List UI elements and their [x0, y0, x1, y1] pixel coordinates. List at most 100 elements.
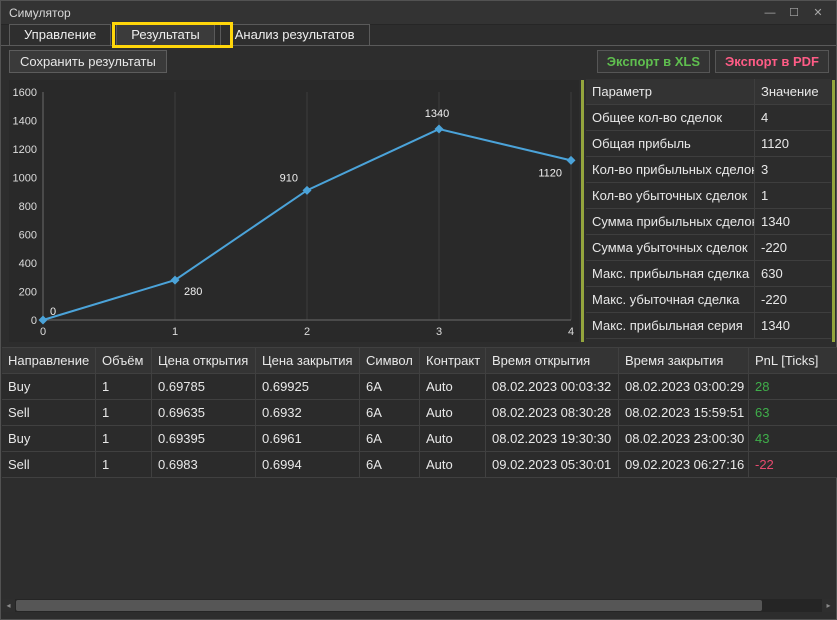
col-header-pnl[interactable]: PnL [Ticks]	[749, 348, 837, 374]
trade-contract: Auto	[420, 374, 486, 400]
params-header-param[interactable]: Параметр	[586, 79, 754, 105]
col-header-volume[interactable]: Объём	[96, 348, 152, 374]
splitter-handle-right[interactable]	[832, 80, 835, 342]
trade-symbol: 6A	[360, 426, 420, 452]
trade-close-time: 08.02.2023 23:00:30	[619, 426, 749, 452]
y-tick-label: 200	[19, 287, 37, 299]
scrollbar-thumb[interactable]	[16, 600, 762, 611]
chart-point-marker	[38, 315, 48, 325]
minimize-icon[interactable]: —	[760, 4, 780, 22]
results-chart-panel: 0 200 400 600 800 1000 1200 1400 1600 0 1 2 3 4 0 280 91…	[9, 80, 579, 342]
tab-upravlenie[interactable]: Управление	[9, 24, 112, 45]
scroll-right-icon[interactable]: ▸	[822, 599, 835, 612]
trade-open-price: 0.69635	[152, 400, 256, 426]
trade-direction: Sell	[2, 400, 96, 426]
trade-open-price: 0.69785	[152, 374, 256, 400]
trade-symbol: 6A	[360, 452, 420, 478]
export-xls-button[interactable]: Экспорт в XLS	[596, 50, 711, 73]
x-tick-label: 2	[304, 326, 310, 338]
trade-open-time: 08.02.2023 00:03:32	[486, 374, 619, 400]
param-value-cell: -220	[754, 235, 831, 261]
window-controls: — ☐ ✕	[760, 4, 828, 22]
trade-close-price: 0.6994	[256, 452, 360, 478]
y-tick-label: 1400	[13, 116, 37, 128]
trades-table: Направление Объём Цена открытия Цена зак…	[2, 347, 837, 478]
table-row[interactable]: Sell 1 0.6983 0.6994 6A Auto 09.02.2023 …	[2, 452, 837, 478]
trade-contract: Auto	[420, 400, 486, 426]
x-tick-label: 1	[172, 326, 178, 338]
param-value-cell: 4	[754, 105, 831, 131]
chart-point-label: 280	[184, 286, 202, 298]
pnl-cell: -22	[749, 452, 837, 478]
results-chart: 0 200 400 600 800 1000 1200 1400 1600 0 1 2 3 4 0 280 91…	[13, 87, 576, 338]
trade-contract: Auto	[420, 452, 486, 478]
splitter-handle-left[interactable]	[581, 80, 584, 342]
y-tick-label: 0	[31, 315, 37, 327]
param-name-cell: Общая прибыль	[586, 131, 754, 157]
trade-close-price: 0.6961	[256, 426, 360, 452]
x-tick-label: 0	[40, 326, 46, 338]
col-header-direction[interactable]: Направление	[2, 348, 96, 374]
trade-close-time: 08.02.2023 03:00:29	[619, 374, 749, 400]
col-header-symbol[interactable]: Символ	[360, 348, 420, 374]
table-row[interactable]: Sell 1 0.69635 0.6932 6A Auto 08.02.2023…	[2, 400, 837, 426]
pnl-cell: 63	[749, 400, 837, 426]
params-header-value[interactable]: Значение	[754, 79, 831, 105]
trade-direction: Buy	[2, 374, 96, 400]
close-icon[interactable]: ✕	[808, 4, 828, 22]
trade-open-time: 08.02.2023 08:30:28	[486, 400, 619, 426]
col-header-open-time[interactable]: Время открытия	[486, 348, 619, 374]
y-tick-label: 1000	[13, 173, 37, 185]
save-results-button[interactable]: Сохранить результаты	[9, 50, 167, 73]
params-panel: Параметр Значение Общее кол-во сделок 4 …	[586, 79, 831, 340]
param-name-cell: Кол-во прибыльных сделок	[586, 157, 754, 183]
tab-bar: Управление Результаты Анализ результатов	[1, 24, 836, 46]
chart-point-marker	[566, 155, 576, 165]
scroll-left-icon[interactable]: ◂	[2, 599, 15, 612]
y-tick-label: 1600	[13, 87, 37, 99]
param-name-cell: Макс. прибыльная серия	[586, 313, 754, 339]
table-row[interactable]: Buy 1 0.69785 0.69925 6A Auto 08.02.2023…	[2, 374, 837, 400]
col-header-close-price[interactable]: Цена закрытия	[256, 348, 360, 374]
maximize-icon[interactable]: ☐	[784, 4, 804, 22]
param-value-cell: 3	[754, 157, 831, 183]
chart-point-label: 1340	[425, 108, 449, 120]
param-value-cell: -220	[754, 287, 831, 313]
y-tick-label: 400	[19, 258, 37, 270]
param-name-cell: Макс. прибыльная сделка	[586, 261, 754, 287]
trade-volume: 1	[96, 452, 152, 478]
trade-open-time: 08.02.2023 19:30:30	[486, 426, 619, 452]
trade-open-time: 09.02.2023 05:30:01	[486, 452, 619, 478]
param-value-cell: 1120	[754, 131, 831, 157]
trade-symbol: 6A	[360, 374, 420, 400]
tab-rezultaty[interactable]: Результаты	[116, 24, 215, 46]
trade-open-price: 0.6983	[152, 452, 256, 478]
param-name-cell: Кол-во убыточных сделок	[586, 183, 754, 209]
table-row[interactable]: Buy 1 0.69395 0.6961 6A Auto 08.02.2023 …	[2, 426, 837, 452]
col-header-contract[interactable]: Контракт	[420, 348, 486, 374]
trade-direction: Sell	[2, 452, 96, 478]
trade-contract: Auto	[420, 426, 486, 452]
param-name-cell: Сумма прибыльных сделок	[586, 209, 754, 235]
trade-close-time: 09.02.2023 06:27:16	[619, 452, 749, 478]
chart-point-label: 0	[50, 306, 56, 318]
trade-open-price: 0.69395	[152, 426, 256, 452]
trades-header-row: Направление Объём Цена открытия Цена зак…	[2, 348, 837, 374]
trade-volume: 1	[96, 426, 152, 452]
chart-point-label: 1120	[538, 167, 562, 179]
col-header-close-time[interactable]: Время закрытия	[619, 348, 749, 374]
param-value-cell: 1	[754, 183, 831, 209]
window-title: Симулятор	[9, 5, 71, 20]
export-pdf-button[interactable]: Экспорт в PDF	[715, 50, 829, 73]
horizontal-scrollbar[interactable]: ◂ ▸	[2, 599, 835, 612]
tab-analiz-rezultatov[interactable]: Анализ результатов	[219, 24, 370, 45]
x-tick-label: 4	[568, 326, 574, 338]
trade-volume: 1	[96, 400, 152, 426]
param-name-cell: Сумма убыточных сделок	[586, 235, 754, 261]
title-bar[interactable]: Симулятор — ☐ ✕	[1, 1, 836, 25]
col-header-open-price[interactable]: Цена открытия	[152, 348, 256, 374]
y-tick-label: 800	[19, 201, 37, 213]
trade-direction: Buy	[2, 426, 96, 452]
trade-symbol: 6A	[360, 400, 420, 426]
x-tick-label: 3	[436, 326, 442, 338]
